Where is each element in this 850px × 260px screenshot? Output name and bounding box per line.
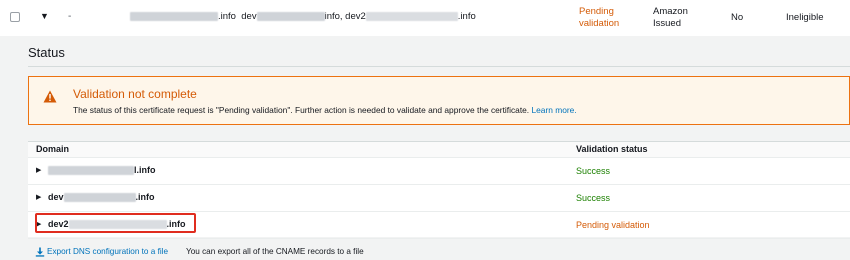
export-dns-link[interactable]: Export DNS configuration to a file <box>47 247 168 256</box>
table-header: Domain Validation status <box>28 142 850 158</box>
divider <box>28 66 850 67</box>
certificate-row[interactable]: ▼ - .info dev info, dev2 .info Pending val… <box>0 0 850 37</box>
domain-suffix-3: .info <box>457 11 476 22</box>
redacted-domain <box>256 11 325 21</box>
alert-text: The status of this certificate request i… <box>73 105 530 115</box>
redacted-domain <box>68 220 167 230</box>
type-line-2: Issued <box>653 18 681 29</box>
redacted-domain <box>48 166 134 176</box>
column-validation-status: Validation status <box>576 144 648 154</box>
validation-alert: Validation not complete The status of th… <box>28 76 850 125</box>
certificate-status: Pending validation <box>579 6 639 30</box>
table-row[interactable]: ▶ dev2 .info Pending validation <box>28 212 850 239</box>
row-select-checkbox[interactable] <box>10 12 20 22</box>
export-section: Export DNS configuration to a file You c… <box>35 247 364 257</box>
expand-triangle-icon[interactable]: ▶ <box>36 166 41 174</box>
validation-status: Pending validation <box>576 220 650 230</box>
name-tag-empty: - <box>68 11 72 22</box>
redacted-domain <box>130 11 218 21</box>
domains-table: Domain Validation status ▶ l.info Succes… <box>28 141 850 239</box>
alert-title: Validation not complete <box>73 87 197 101</box>
domain-suffix: .info <box>166 219 186 229</box>
export-hint: You can export all of the CNAME records … <box>186 247 364 256</box>
domain-suffix: l.info <box>134 165 156 175</box>
expand-triangle-icon[interactable]: ▶ <box>36 193 41 201</box>
redacted-domain <box>365 11 458 21</box>
learn-more-link[interactable]: Learn more. <box>531 105 576 115</box>
certificate-details-panel: Status Validation not complete The statu… <box>0 36 850 260</box>
column-domain: Domain <box>36 144 70 154</box>
domain-name: dev .info <box>48 192 155 203</box>
status-line-1: Pending <box>579 6 614 17</box>
domain-prefix: dev <box>48 192 64 202</box>
download-icon[interactable] <box>35 247 45 257</box>
domain-prefix: dev2 <box>48 219 69 229</box>
certificate-type: Amazon Issued <box>653 6 703 30</box>
status-heading: Status <box>28 45 65 60</box>
alert-message: The status of this certificate request i… <box>73 105 577 115</box>
redacted-domain <box>63 193 136 203</box>
validation-status: Success <box>576 193 611 203</box>
expand-caret-icon[interactable]: ▼ <box>40 11 49 21</box>
type-line-1: Amazon <box>653 6 688 17</box>
domain-suffix-2: info, dev2 <box>324 11 366 22</box>
renewal-eligibility-value: Ineligible <box>786 12 824 23</box>
domain-suffix: .info <box>135 192 155 202</box>
domain-suffix-1: .info <box>218 11 236 22</box>
warning-icon <box>43 90 57 103</box>
table-row[interactable]: ▶ l.info Success <box>28 158 850 185</box>
validation-status: Success <box>576 166 611 176</box>
domain-name: dev2 .info <box>48 219 186 230</box>
domain-prefix-2: dev <box>241 11 257 22</box>
table-row[interactable]: ▶ dev .info Success <box>28 185 850 212</box>
status-line-2: validation <box>579 18 620 29</box>
in-use-value: No <box>731 12 744 23</box>
domain-name: l.info <box>48 165 156 176</box>
certificate-domains: .info dev info, dev2 .info <box>130 11 476 22</box>
